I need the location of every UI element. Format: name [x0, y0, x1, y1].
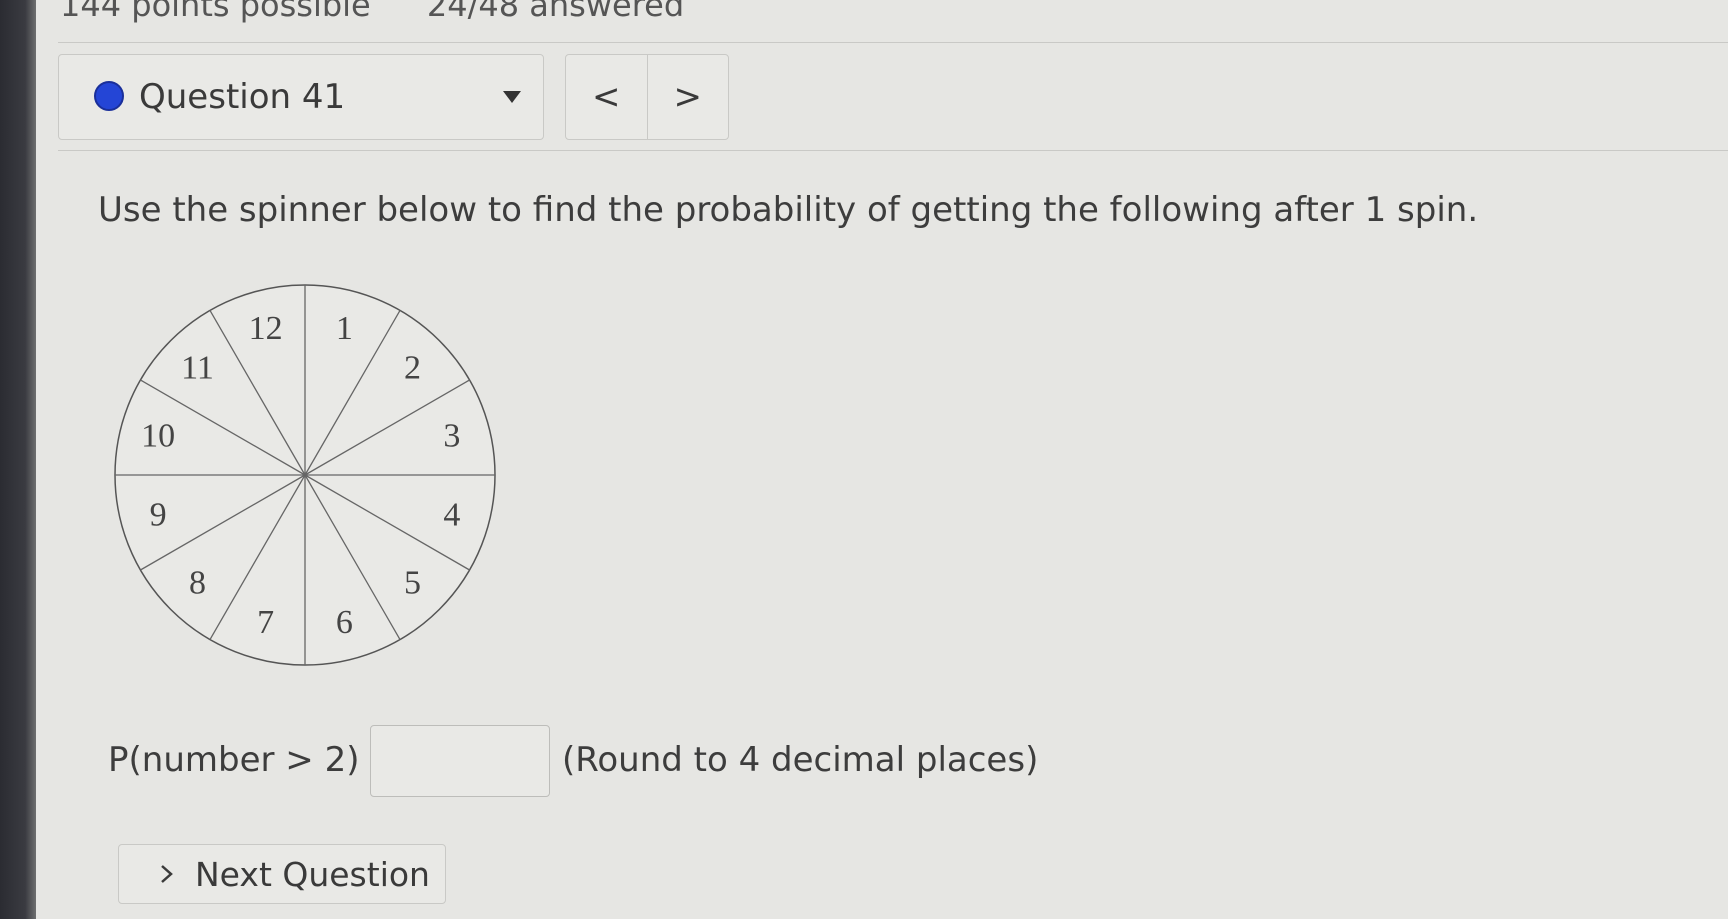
spinner-number: 3: [443, 418, 460, 455]
spinner-number: 5: [404, 564, 421, 601]
screen-bezel: [0, 0, 36, 919]
previous-question-button[interactable]: <: [566, 55, 648, 139]
next-question-button[interactable]: Next Question: [118, 844, 446, 904]
question-selector[interactable]: Question 41: [58, 54, 544, 140]
next-question-label: Next Question: [195, 854, 430, 894]
spinner-number: 10: [141, 418, 175, 455]
spinner-number: 2: [404, 350, 421, 387]
next-question-arrow-button[interactable]: >: [648, 55, 729, 139]
points-possible: 144 points possible: [60, 0, 371, 24]
spinner-number: 11: [181, 350, 214, 387]
question-prompt: Use the spinner below to find the probab…: [98, 190, 1479, 230]
divider: [58, 42, 1728, 43]
spinner-number: 9: [150, 496, 167, 533]
spinner-diagram: 123456789101112: [114, 284, 496, 666]
question-label: Question 41: [139, 77, 346, 117]
spinner-number: 7: [257, 604, 274, 641]
answer-label: P(number > 2) =: [108, 740, 399, 780]
spinner-number: 1: [336, 310, 353, 347]
answered-count: 24/48 answered: [426, 0, 685, 24]
caret-down-icon: [503, 91, 521, 103]
question-status-dot: [94, 81, 124, 111]
spinner-number: 12: [249, 310, 283, 347]
points-status: 144 points possible 24/48 answered: [60, 0, 730, 24]
spinner-number: 4: [443, 496, 460, 533]
spinner-number: 8: [189, 564, 206, 601]
question-nav: < >: [565, 54, 729, 140]
answer-input[interactable]: [370, 725, 550, 797]
spinner-number: 6: [336, 604, 353, 641]
divider: [58, 150, 1728, 151]
rounding-hint: (Round to 4 decimal places): [562, 740, 1039, 780]
chevron-right-icon: [161, 865, 173, 883]
